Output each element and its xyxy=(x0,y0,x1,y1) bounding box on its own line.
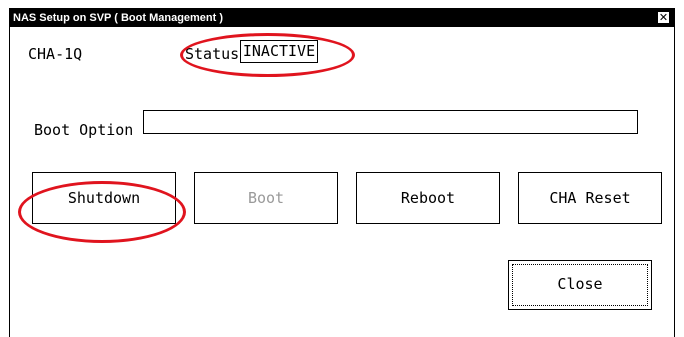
reboot-button[interactable]: Reboot xyxy=(356,172,500,224)
cha-reset-button[interactable]: CHA Reset xyxy=(518,172,662,224)
window-title: NAS Setup on SVP ( Boot Management ) xyxy=(13,12,224,24)
boot-option-label: Boot Option xyxy=(34,121,134,139)
shutdown-button[interactable]: Shutdown xyxy=(32,172,176,224)
device-name: CHA-1Q xyxy=(28,45,83,63)
title-bar: NAS Setup on SVP ( Boot Management ) ✕ xyxy=(10,9,674,27)
close-icon[interactable]: ✕ xyxy=(657,11,670,24)
status-label: Status xyxy=(185,45,240,63)
boot-button[interactable]: Boot xyxy=(194,172,338,224)
status-value: INACTIVE xyxy=(240,40,318,63)
boot-option-field[interactable] xyxy=(143,110,638,134)
focus-ring xyxy=(512,264,648,306)
close-button[interactable]: Close xyxy=(508,260,652,310)
